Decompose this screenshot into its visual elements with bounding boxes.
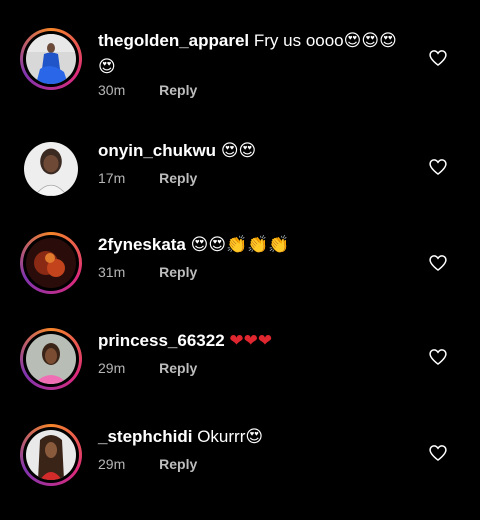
heart-outline-icon[interactable] [428, 48, 448, 68]
avatar[interactable] [20, 328, 82, 390]
comment-text: Okurrr [197, 427, 246, 446]
comment-meta: 30m Reply [98, 82, 197, 98]
comment-emoji: 😍😍👏👏👏 [190, 235, 290, 255]
comment-username[interactable]: princess_66322 [98, 331, 225, 350]
comment-meta: 17m Reply [98, 170, 197, 186]
comment-time: 29m [98, 360, 126, 376]
comment-time: 31m [98, 264, 126, 280]
comment-list: thegolden_apparel Fry us oooo😍😍😍😍 30m Re… [0, 0, 480, 499]
comment-meta: 29m Reply [98, 456, 197, 472]
heart-outline-icon[interactable] [428, 347, 448, 367]
comment-item: princess_66322 ❤❤❤ 29m Reply [0, 328, 480, 424]
comment-item: onyin_chukwu 😍😍 17m Reply [0, 138, 480, 234]
comment-emoji: 😍 [245, 427, 264, 447]
comment-username[interactable]: onyin_chukwu [98, 141, 216, 160]
reply-button[interactable]: Reply [159, 170, 197, 186]
heart-outline-icon[interactable] [428, 157, 448, 177]
avatar[interactable] [20, 232, 82, 294]
comment-text: Fry us oooo [253, 31, 344, 50]
comment-item: _stephchidi Okurrr😍 29m Reply [0, 424, 480, 520]
avatar[interactable] [20, 138, 82, 200]
comment-item: thegolden_apparel Fry us oooo😍😍😍😍 30m Re… [0, 28, 480, 124]
heart-outline-icon[interactable] [428, 253, 448, 273]
comment-emoji: 😍😍 [220, 141, 257, 161]
reply-button[interactable]: Reply [159, 82, 197, 98]
comment-meta: 29m Reply [98, 360, 197, 376]
comment-username[interactable]: 2fyneskata [98, 235, 186, 254]
comment-time: 30m [98, 82, 126, 98]
avatar[interactable] [20, 424, 82, 486]
reply-button[interactable]: Reply [159, 264, 197, 280]
comment-username[interactable]: thegolden_apparel [98, 31, 249, 50]
avatar[interactable] [20, 28, 82, 90]
heart-outline-icon[interactable] [428, 443, 448, 463]
comment-time: 17m [98, 170, 126, 186]
comment-time: 29m [98, 456, 126, 472]
comment-username[interactable]: _stephchidi [98, 427, 192, 446]
comment-item: 2fyneskata 😍😍👏👏👏 31m Reply [0, 232, 480, 328]
comment-meta: 31m Reply [98, 264, 197, 280]
reply-button[interactable]: Reply [159, 360, 197, 376]
reply-button[interactable]: Reply [159, 456, 197, 472]
comment-emoji: ❤❤❤ [229, 331, 273, 351]
